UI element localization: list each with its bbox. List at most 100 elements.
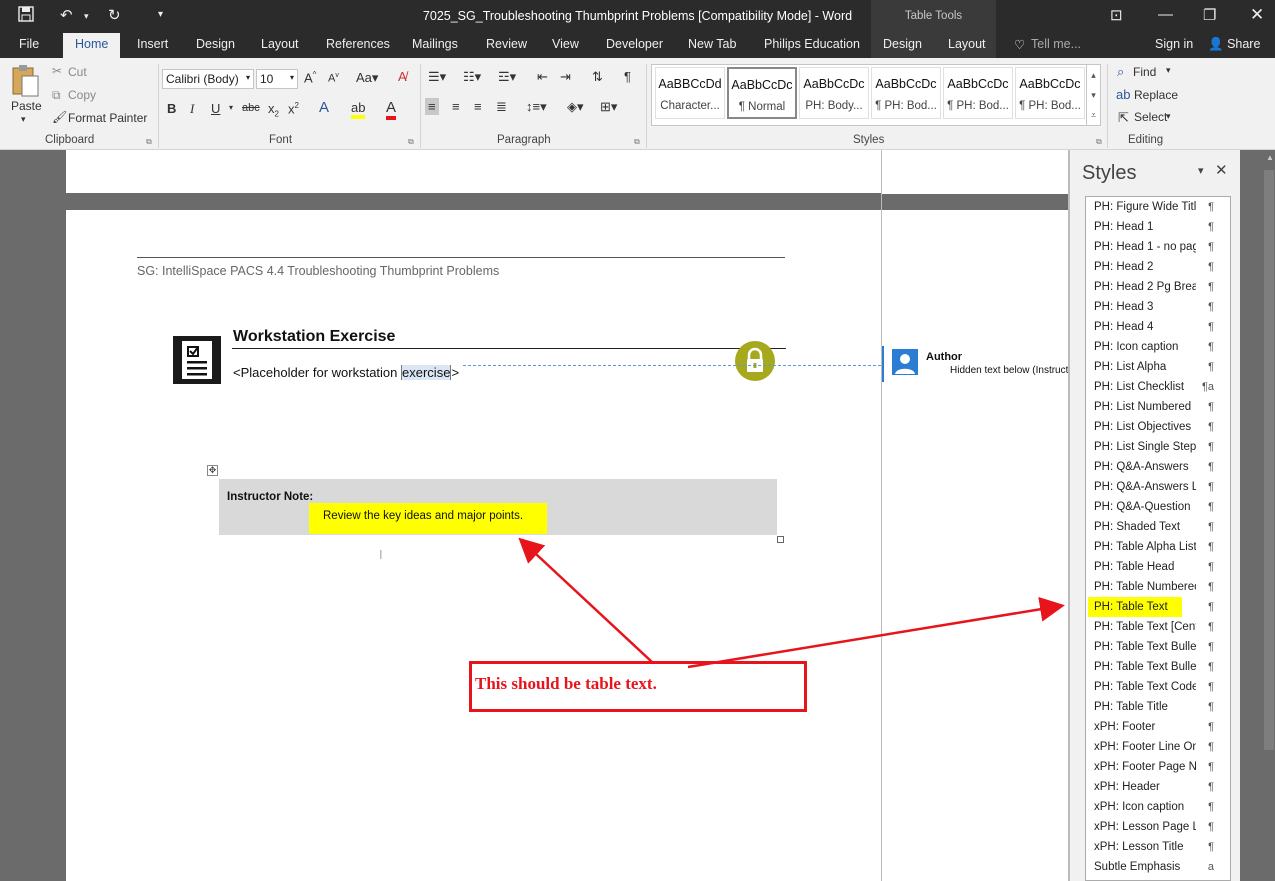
gallery-style-5[interactable]: AaBbCcDc ¶ PH: Bod... — [1015, 67, 1085, 119]
paste-icon[interactable] — [10, 64, 42, 98]
style-item[interactable]: PH: Head 1 - no pag ¶ — [1086, 237, 1230, 257]
strikethrough-icon[interactable]: abc — [242, 102, 260, 114]
style-item[interactable]: xPH: Icon caption ¶ — [1086, 797, 1230, 817]
gallery-style-3[interactable]: AaBbCcDc ¶ PH: Bod... — [871, 67, 941, 119]
find-icon[interactable]: ⌕ — [1117, 64, 1124, 80]
table-resize-handle[interactable] — [777, 536, 784, 543]
style-item[interactable]: PH: Table Text Bullet ¶ — [1086, 657, 1230, 677]
gallery-style-1[interactable]: AaBbCcDc ¶ Normal — [727, 67, 797, 119]
style-item[interactable]: xPH: Header ¶ — [1086, 777, 1230, 797]
pane-options-icon[interactable]: ▾ — [1198, 164, 1204, 177]
style-item[interactable]: PH: Q&A-Question ¶ — [1086, 497, 1230, 517]
format-painter-icon[interactable]: 🖌 — [52, 110, 67, 124]
table-move-handle-icon[interactable]: ✥ — [207, 465, 218, 476]
instructor-note-text[interactable]: Review the key ideas and major points. — [323, 510, 523, 522]
grow-font-icon[interactable]: A^ — [304, 70, 316, 85]
tab-layout[interactable]: Layout — [261, 37, 299, 51]
paste-label[interactable]: Paste — [11, 99, 42, 113]
select-button[interactable]: Select — [1134, 110, 1167, 124]
text-effects-icon[interactable]: A — [319, 99, 329, 116]
line-spacing-icon[interactable]: ↕≡▾ — [526, 99, 547, 115]
shrink-font-icon[interactable]: Av — [328, 72, 339, 85]
tab-view[interactable]: View — [552, 37, 579, 51]
shading-icon[interactable]: ◈▾ — [567, 99, 584, 115]
tab-home[interactable]: Home — [63, 33, 121, 58]
style-item[interactable]: PH: Table Text Bullet ¶ — [1086, 637, 1230, 657]
replace-icon[interactable]: ab — [1116, 87, 1130, 102]
style-item[interactable]: PH: Head 2 Pg Break ¶ — [1086, 277, 1230, 297]
style-item[interactable]: PH: Table Text ¶ — [1086, 597, 1230, 617]
style-item[interactable]: PH: List Checklist ¶a — [1086, 377, 1230, 397]
font-name-combo[interactable]: Calibri (Body) ▾ — [162, 69, 254, 89]
tab-file[interactable]: File — [19, 37, 39, 51]
tab-table-layout[interactable]: Layout — [948, 37, 986, 51]
style-item[interactable]: xPH: Footer Page Nu ¶ — [1086, 757, 1230, 777]
style-item[interactable]: xPH: Lesson Title ¶ — [1086, 837, 1230, 857]
ribbon-display-options-icon[interactable]: ⊡ — [1110, 6, 1123, 24]
tab-references[interactable]: References — [326, 37, 390, 51]
scroll-thumb[interactable] — [1264, 170, 1274, 750]
format-painter-button[interactable]: Format Painter — [68, 111, 147, 125]
align-right-icon[interactable]: ≡ — [474, 99, 482, 114]
replace-button[interactable]: Replace — [1134, 88, 1178, 102]
style-item[interactable]: xPH: Lesson Page Le ¶ — [1086, 817, 1230, 837]
superscript-icon[interactable]: x2 — [288, 101, 299, 116]
chevron-down-icon[interactable]: ▾ — [1166, 111, 1171, 122]
gallery-style-2[interactable]: AaBbCcDc PH: Body... — [799, 67, 869, 119]
restore-icon[interactable]: ❐ — [1203, 6, 1216, 24]
borders-icon[interactable]: ⊞▾ — [600, 99, 617, 115]
justify-icon[interactable]: ≣ — [496, 99, 507, 115]
close-window-icon[interactable]: ✕ — [1250, 5, 1264, 25]
italic-icon[interactable]: I — [190, 101, 194, 117]
numbering-icon[interactable]: ☷▾ — [463, 69, 481, 85]
style-item[interactable]: PH: Head 2 ¶ — [1086, 257, 1230, 277]
scroll-up-icon[interactable]: ▲ — [1266, 153, 1274, 162]
styles-launcher-icon[interactable]: ⧉ — [1096, 137, 1102, 147]
style-item[interactable]: PH: Head 1 ¶ — [1086, 217, 1230, 237]
copy-icon[interactable]: ⧉ — [52, 88, 61, 103]
multilevel-list-icon[interactable]: ☲▾ — [498, 69, 516, 85]
clipboard-launcher-icon[interactable]: ⧉ — [146, 137, 152, 147]
styles-list[interactable]: PH: Figure Wide Titl ¶ PH: Head 1 ¶ PH: Head… — [1085, 196, 1231, 881]
style-item[interactable]: PH: Table Text [Cent ¶ — [1086, 617, 1230, 637]
underline-dropdown-icon[interactable]: ▾ — [229, 103, 233, 112]
align-center-icon[interactable]: ≡ — [452, 99, 460, 114]
style-item[interactable]: PH: List Single Step ¶ — [1086, 437, 1230, 457]
style-item[interactable]: PH: Q&A-Answers ¶ — [1086, 457, 1230, 477]
style-item[interactable]: PH: Table Title ¶ — [1086, 697, 1230, 717]
increase-indent-icon[interactable]: ⇥ — [560, 69, 571, 85]
style-item[interactable]: PH: Head 4 ¶ — [1086, 317, 1230, 337]
minimize-icon[interactable]: — — [1158, 6, 1173, 23]
clear-formatting-icon[interactable]: A̸ — [398, 69, 407, 84]
tab-table-design[interactable]: Design — [883, 37, 922, 51]
tell-me-icon[interactable]: ♡ — [1014, 37, 1025, 52]
style-item[interactable]: xPH: Footer ¶ — [1086, 717, 1230, 737]
show-hide-marks-icon[interactable]: ¶ — [624, 69, 631, 84]
copy-button[interactable]: Copy — [68, 88, 96, 102]
style-item[interactable]: xPH: Footer Line On ¶ — [1086, 737, 1230, 757]
tab-review[interactable]: Review — [486, 37, 527, 51]
underline-icon[interactable]: U — [211, 101, 220, 116]
tab-philips-education[interactable]: Philips Education — [764, 37, 860, 51]
bold-icon[interactable]: B — [167, 101, 176, 116]
paragraph-launcher-icon[interactable]: ⧉ — [634, 137, 640, 147]
bullets-icon[interactable]: ☰▾ — [428, 69, 446, 85]
style-item[interactable]: PH: Figure Wide Titl ¶ — [1086, 197, 1230, 217]
style-item[interactable]: PH: List Objectives ¶ — [1086, 417, 1230, 437]
share-button[interactable]: 👤 Share — [1208, 37, 1260, 52]
style-item[interactable]: PH: Q&A-Answers L ¶ — [1086, 477, 1230, 497]
chevron-down-icon[interactable]: ▾ — [1166, 65, 1171, 76]
tab-mailings[interactable]: Mailings — [412, 37, 458, 51]
style-item[interactable]: PH: Head 3 ¶ — [1086, 297, 1230, 317]
paste-dropdown-icon[interactable]: ▾ — [21, 114, 26, 125]
gallery-style-0[interactable]: AaBBCcDd Character... — [655, 67, 725, 119]
gallery-scroll[interactable]: ▴ ▾ ⩡ — [1086, 65, 1100, 125]
tab-new-tab[interactable]: New Tab — [688, 37, 736, 51]
font-color-icon[interactable]: A — [386, 99, 397, 120]
sort-icon[interactable]: ⇅ — [592, 69, 603, 85]
font-size-combo[interactable]: 10 ▾ — [256, 69, 298, 89]
style-item[interactable]: PH: Table Head ¶ — [1086, 557, 1230, 577]
tab-developer[interactable]: Developer — [606, 37, 663, 51]
sign-in-link[interactable]: Sign in — [1155, 37, 1193, 51]
gallery-style-4[interactable]: AaBbCcDc ¶ PH: Bod... — [943, 67, 1013, 119]
